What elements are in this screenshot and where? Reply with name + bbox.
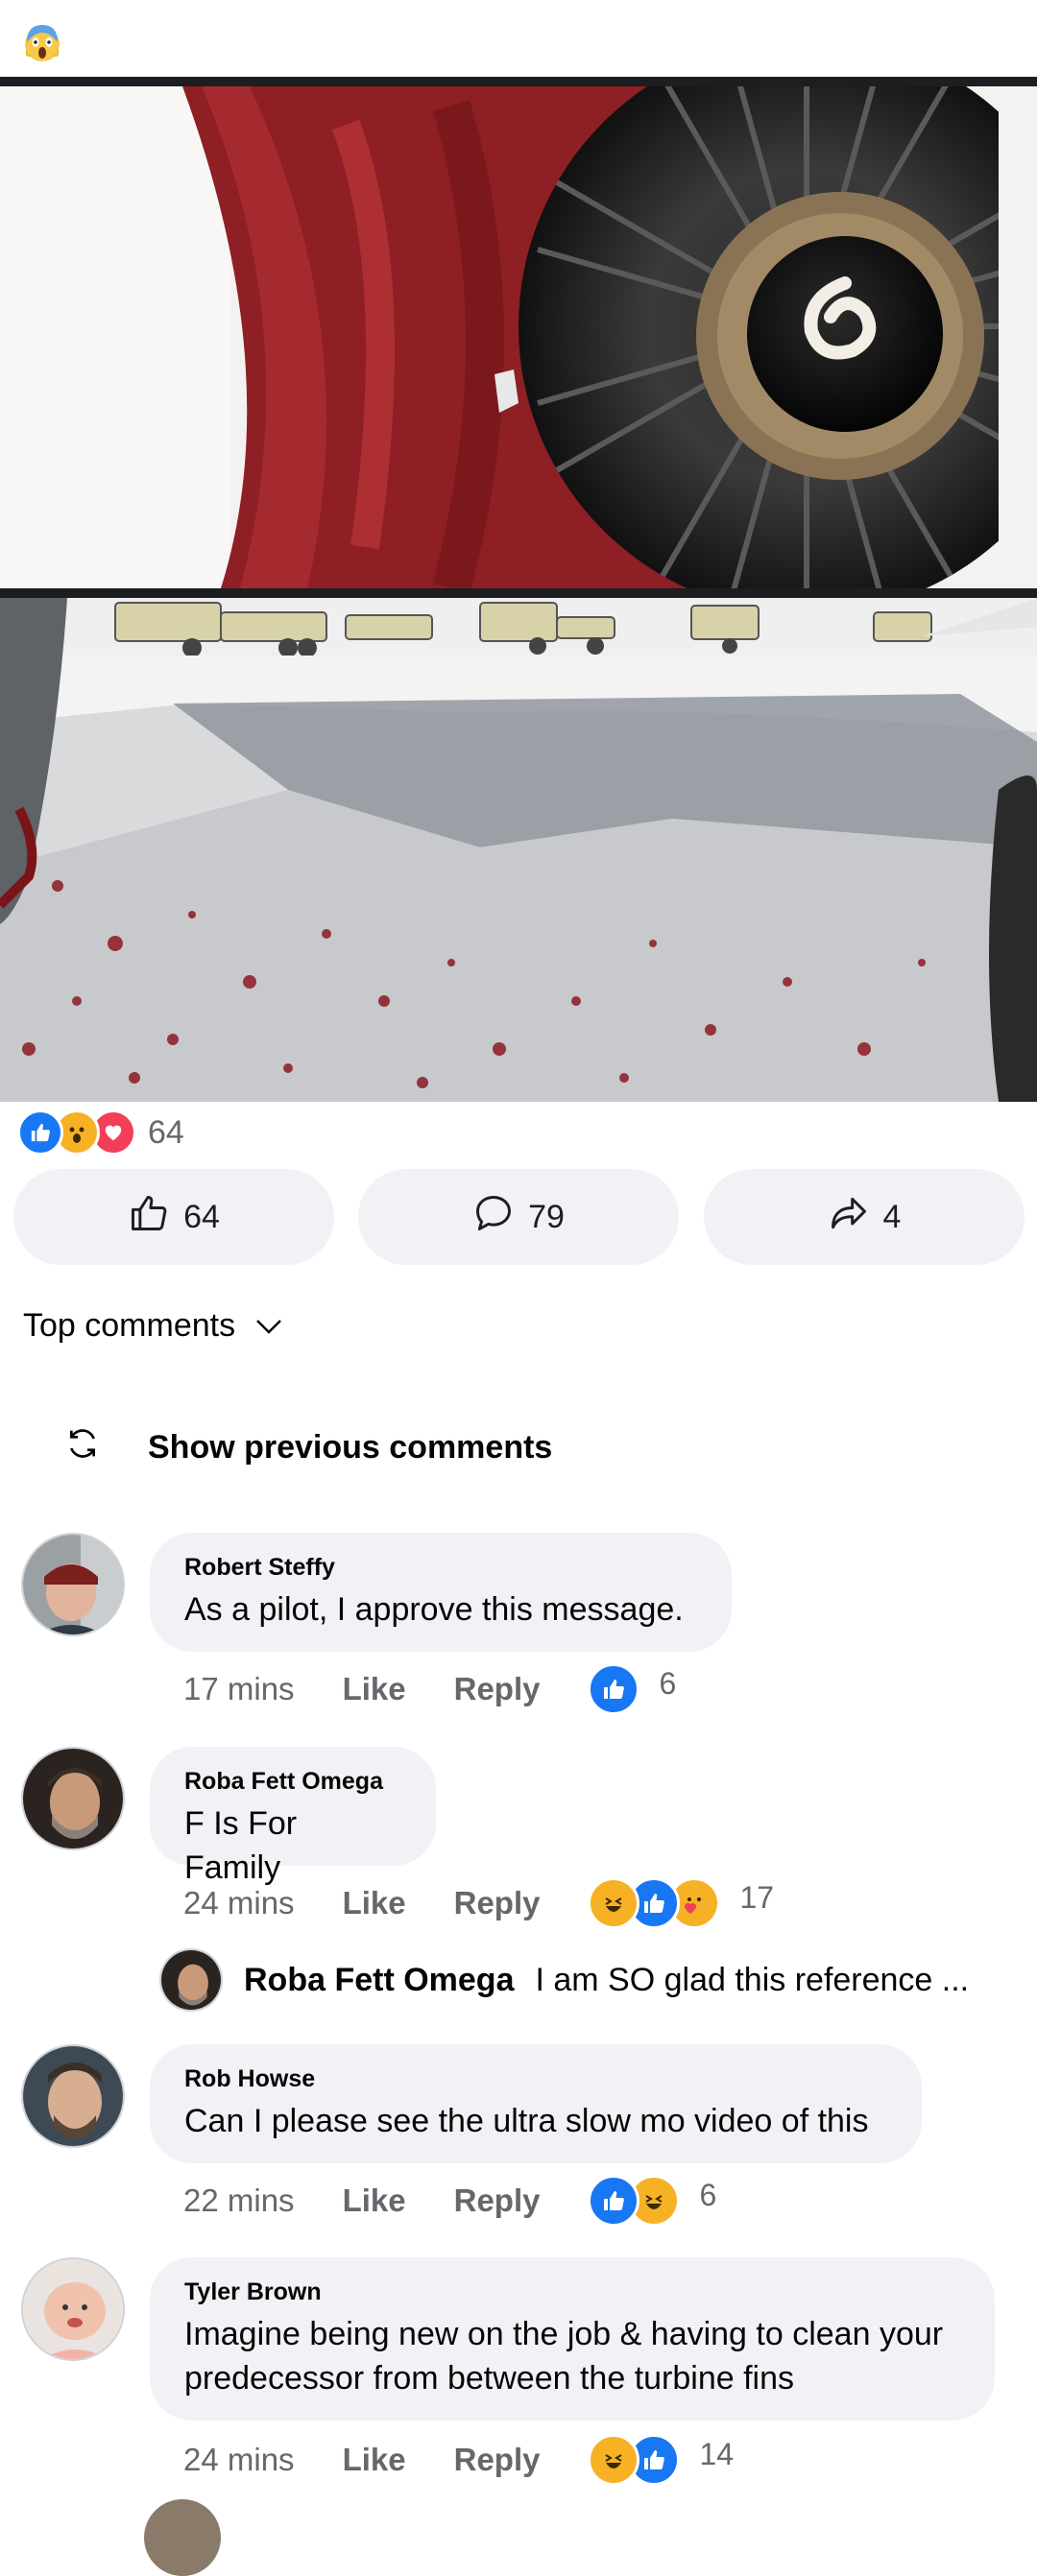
avatar[interactable] bbox=[21, 2044, 125, 2148]
thumbs-up-outline-icon bbox=[128, 1192, 170, 1243]
avatar[interactable] bbox=[21, 2257, 125, 2361]
comment-meta: 22 mins Like Reply 6 bbox=[183, 2175, 717, 2227]
chevron-down-icon bbox=[254, 1307, 283, 1345]
comment-text-line-1: Imagine being new on the job & having to… bbox=[184, 2316, 944, 2352]
like-link[interactable]: Like bbox=[343, 2442, 406, 2478]
comment-meta: 24 mins Like Reply 17 bbox=[183, 1877, 775, 1929]
comment-reaction-count: 6 bbox=[699, 2177, 717, 2212]
reply-link[interactable]: Reply bbox=[454, 1671, 541, 1707]
comment-reactions[interactable] bbox=[588, 1663, 640, 1715]
comment-author[interactable]: Tyler Brown bbox=[184, 2278, 960, 2306]
comment-meta: 24 mins Like Reply 14 bbox=[183, 2434, 735, 2486]
comment-text: As a pilot, I approve this message. bbox=[184, 1591, 684, 1628]
post-photo-engine[interactable] bbox=[0, 86, 1037, 588]
avatar[interactable] bbox=[21, 1747, 125, 1850]
comment-text: F Is For Family bbox=[184, 1805, 298, 1886]
reply-text: I am SO glad this reference ... bbox=[535, 1961, 970, 1998]
like-button[interactable]: 64 bbox=[13, 1169, 334, 1265]
photo-divider bbox=[0, 588, 1037, 598]
avatar[interactable] bbox=[159, 1948, 223, 2012]
comment-reactions[interactable] bbox=[588, 2175, 681, 2227]
share-button[interactable]: 4 bbox=[704, 1169, 1025, 1265]
sort-label: Top comments bbox=[23, 1307, 236, 1344]
reply-link[interactable]: Reply bbox=[454, 1885, 541, 1921]
comment-bubble[interactable]: Rob Howse Can I please see the ultra slo… bbox=[150, 2044, 922, 2163]
comment-reactions[interactable] bbox=[588, 1877, 721, 1929]
comment-bubble[interactable]: Robert Steffy As a pilot, I approve this… bbox=[150, 1533, 732, 1652]
refresh-icon bbox=[63, 1424, 102, 1471]
comment-bubble[interactable]: Tyler Brown Imagine being new on the job… bbox=[150, 2257, 995, 2421]
like-link[interactable]: Like bbox=[343, 1671, 406, 1707]
show-previous-comments[interactable]: Show previous comments bbox=[63, 1424, 552, 1471]
comment-text-line-2: predecessor from between the turbine fin… bbox=[184, 2360, 795, 2397]
comment-time[interactable]: 22 mins bbox=[183, 2182, 295, 2219]
comment-text: Can I please see the ultra slow mo video… bbox=[184, 2103, 869, 2139]
comment-sort-dropdown[interactable]: Top comments bbox=[23, 1307, 283, 1345]
comment-time[interactable]: 17 mins bbox=[183, 1671, 295, 1707]
like-reaction-icon bbox=[588, 1663, 640, 1715]
comment-time[interactable]: 24 mins bbox=[183, 1885, 295, 1921]
reaction-count: 64 bbox=[148, 1113, 184, 1151]
avatar[interactable] bbox=[144, 2499, 221, 2576]
reply-link[interactable]: Reply bbox=[454, 2182, 541, 2219]
like-reaction-icon bbox=[588, 2175, 640, 2227]
reply-link[interactable]: Reply bbox=[454, 2442, 541, 2478]
share-outline-icon bbox=[828, 1192, 870, 1243]
comment-time[interactable]: 24 mins bbox=[183, 2442, 295, 2478]
like-reaction-icon bbox=[17, 1109, 63, 1156]
post-photo-tarmac[interactable] bbox=[0, 598, 1037, 1102]
reply-author[interactable]: Roba Fett Omega bbox=[244, 1962, 514, 1999]
comment-reaction-count: 17 bbox=[739, 1879, 775, 1915]
comment-button[interactable]: 79 bbox=[358, 1169, 679, 1265]
comment-reaction-count: 6 bbox=[659, 1665, 677, 1701]
comment-author[interactable]: Robert Steffy bbox=[184, 1554, 697, 1582]
haha-reaction-icon bbox=[588, 2434, 640, 2486]
screaming-face-icon bbox=[21, 21, 63, 63]
reaction-summary[interactable]: 64 bbox=[17, 1109, 184, 1156]
show-previous-label: Show previous comments bbox=[148, 1429, 553, 1466]
comment-author[interactable]: Rob Howse bbox=[184, 2065, 887, 2093]
comment-meta: 17 mins Like Reply 6 bbox=[183, 1663, 677, 1715]
comment-count: 79 bbox=[528, 1198, 565, 1235]
comment-reaction-count: 14 bbox=[699, 2436, 735, 2471]
comment-author[interactable]: Roba Fett Omega bbox=[184, 1768, 401, 1796]
comment-reactions[interactable] bbox=[588, 2434, 681, 2486]
share-count: 4 bbox=[882, 1198, 902, 1235]
reply-preview[interactable]: Roba Fett Omega I am SO glad this refere… bbox=[159, 1948, 969, 2012]
haha-reaction-icon bbox=[588, 1877, 640, 1929]
comment-bubble[interactable]: Roba Fett Omega F Is For Family bbox=[150, 1747, 436, 1886]
avatar[interactable] bbox=[21, 1533, 125, 1636]
like-count: 64 bbox=[183, 1198, 220, 1235]
comment-outline-icon bbox=[472, 1192, 515, 1243]
top-divider bbox=[0, 77, 1037, 86]
like-link[interactable]: Like bbox=[343, 1885, 406, 1921]
like-link[interactable]: Like bbox=[343, 2182, 406, 2219]
